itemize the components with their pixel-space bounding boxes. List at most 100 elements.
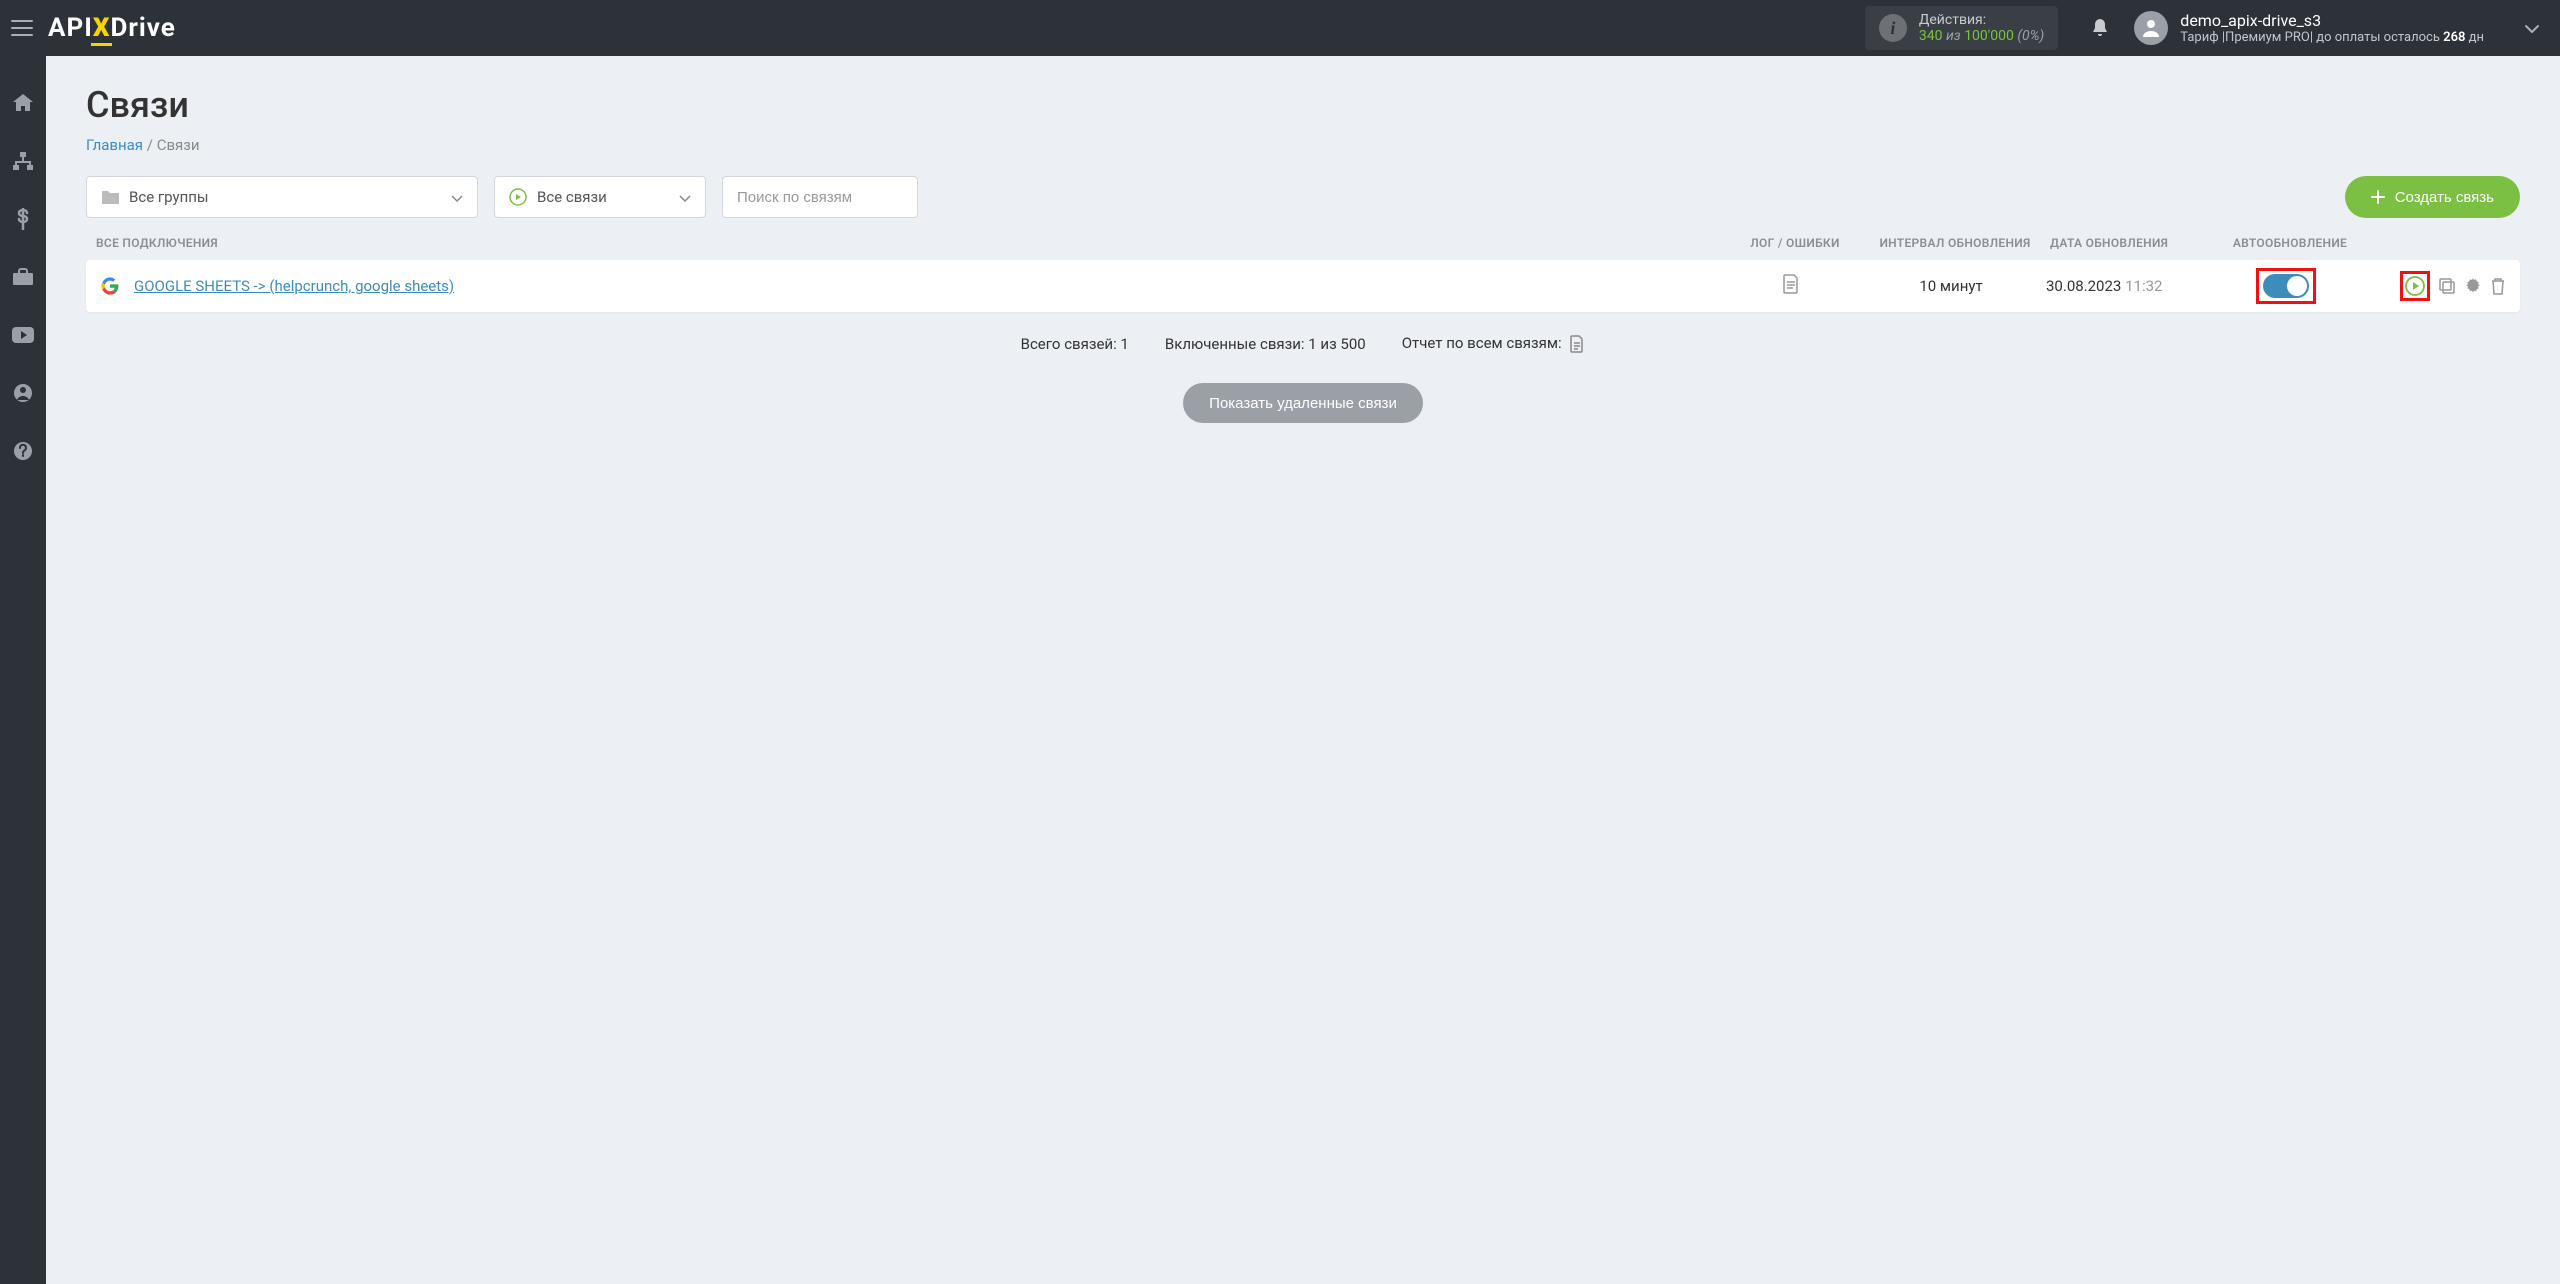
delete-button[interactable] xyxy=(2490,277,2506,295)
breadcrumb-separator: / xyxy=(147,136,157,154)
user-menu[interactable]: demo_apix-drive_s3 Тариф |Премиум PRO| д… xyxy=(2124,11,2504,45)
actions-limit: 100'000 xyxy=(1964,28,2014,44)
sidebar-home[interactable] xyxy=(0,86,46,120)
search-box xyxy=(722,176,918,218)
tariff-prefix: Тариф |Премиум PRO| до оплаты осталось xyxy=(2180,30,2443,45)
row-actions xyxy=(2356,271,2506,301)
summary-total: Всего связей: 1 xyxy=(1021,335,1129,353)
home-icon xyxy=(12,93,34,113)
layout: Связи Главная / Связи Все группы Все свя… xyxy=(0,56,2560,1284)
actions-label: Действия: xyxy=(1919,12,2044,28)
folder-icon xyxy=(101,190,119,204)
play-highlight xyxy=(2400,271,2430,301)
update-time: 11:32 xyxy=(2125,277,2162,295)
sidebar-toolbox[interactable] xyxy=(0,260,46,294)
sitemap-icon xyxy=(12,151,34,171)
chevron-down-icon xyxy=(2524,24,2540,34)
copy-button[interactable] xyxy=(2438,277,2456,295)
help-icon xyxy=(13,441,33,461)
connection-name-link[interactable]: GOOGLE SHEETS -> (helpcrunch, google she… xyxy=(134,277,1726,295)
col-header-interval: ИНТЕРВАЛ ОБНОВЛЕНИЯ xyxy=(1860,236,2050,250)
page-title: Связи xyxy=(86,84,2520,126)
trash-icon xyxy=(2490,277,2506,295)
avatar xyxy=(2134,11,2168,45)
create-connection-button[interactable]: Создать связь xyxy=(2345,176,2520,218)
groups-select-label: Все группы xyxy=(129,188,209,206)
auto-update-column xyxy=(2216,268,2356,304)
summary-row: Всего связей: 1 Включенные связи: 1 из 5… xyxy=(86,334,2520,353)
logo-text-drive: Drive xyxy=(110,13,175,43)
connection-row: GOOGLE SHEETS -> (helpcrunch, google she… xyxy=(86,260,2520,312)
user-menu-chevron[interactable] xyxy=(2504,19,2560,38)
table-header: ВСЕ ПОДКЛЮЧЕНИЯ ЛОГ / ОШИБКИ ИНТЕРВАЛ ОБ… xyxy=(86,236,2520,260)
user-icon xyxy=(2140,17,2162,39)
col-header-log: ЛОГ / ОШИБКИ xyxy=(1730,236,1860,250)
create-connection-label: Создать связь xyxy=(2395,189,2494,206)
col-header-date: ДАТА ОБНОВЛЕНИЯ xyxy=(2050,236,2220,250)
update-date: 30.08.2023 xyxy=(2046,277,2121,295)
bell-icon xyxy=(2090,17,2110,39)
username: demo_apix-drive_s3 xyxy=(2180,11,2484,30)
sidebar xyxy=(0,56,46,1284)
briefcase-icon xyxy=(12,268,34,286)
logo-text-x: X xyxy=(93,13,111,43)
log-button[interactable] xyxy=(1726,274,1856,298)
settings-button[interactable] xyxy=(2464,277,2482,295)
actions-counter[interactable]: i Действия: 340 из 100'000 (0%) xyxy=(1865,6,2058,50)
document-icon xyxy=(1782,274,1800,294)
connection-update-date: 30.08.2023 11:32 xyxy=(2046,277,2216,295)
col-header-auto: АВТООБНОВЛЕНИЕ xyxy=(2220,236,2360,250)
auto-update-toggle[interactable] xyxy=(2263,274,2309,298)
sidebar-video[interactable] xyxy=(0,318,46,352)
tariff-days: 268 xyxy=(2443,30,2465,45)
document-icon xyxy=(1569,335,1585,353)
play-icon xyxy=(2405,276,2425,296)
connections-filter-select[interactable]: Все связи xyxy=(494,176,706,218)
tariff-suffix: дн xyxy=(2465,30,2484,45)
connection-interval: 10 минут xyxy=(1856,277,2046,295)
actions-pct: (0%) xyxy=(2017,28,2044,44)
toggle-highlight xyxy=(2256,268,2316,304)
col-header-name: ВСЕ ПОДКЛЮЧЕНИЯ xyxy=(96,236,1730,250)
actions-used: 340 xyxy=(1919,28,1943,44)
groups-select[interactable]: Все группы xyxy=(86,176,478,218)
filters-row: Все группы Все связи Создать связь xyxy=(86,176,2520,218)
search-input[interactable] xyxy=(722,176,918,218)
user-circle-icon xyxy=(13,383,33,403)
report-button[interactable] xyxy=(1569,335,1585,353)
hamburger-menu[interactable] xyxy=(0,0,44,56)
notifications-bell[interactable] xyxy=(2076,17,2124,39)
sidebar-connections[interactable] xyxy=(0,144,46,178)
connections-filter-label: Все связи xyxy=(537,188,607,206)
chevron-down-icon xyxy=(451,188,463,207)
gear-icon xyxy=(2464,277,2482,295)
breadcrumb-home-link[interactable]: Главная xyxy=(86,136,143,154)
summary-report-label: Отчет по всем связям: xyxy=(1402,334,1562,352)
logo[interactable]: APIXDrive xyxy=(48,13,176,43)
logo-text-api: API xyxy=(48,13,93,43)
run-now-button[interactable] xyxy=(2405,276,2425,296)
topbar: APIXDrive i Действия: 340 из 100'000 (0%… xyxy=(0,0,2560,56)
actions-of: из xyxy=(1946,28,1961,44)
google-sheets-icon xyxy=(100,276,120,296)
actions-numbers: 340 из 100'000 (0%) xyxy=(1919,28,2044,44)
tariff-info: Тариф |Премиум PRO| до оплаты осталось 2… xyxy=(2180,30,2484,45)
col-header-actions xyxy=(2360,236,2510,250)
summary-report: Отчет по всем связям: xyxy=(1402,334,1586,353)
topbar-right: i Действия: 340 из 100'000 (0%) demo_api… xyxy=(1865,0,2560,56)
chevron-down-icon xyxy=(679,188,691,207)
play-circle-icon xyxy=(509,188,527,206)
main-content: Связи Главная / Связи Все группы Все свя… xyxy=(46,56,2560,1284)
show-deleted-button[interactable]: Показать удаленные связи xyxy=(1183,383,1423,423)
copy-icon xyxy=(2438,277,2456,295)
breadcrumb: Главная / Связи xyxy=(86,136,2520,154)
sidebar-help[interactable] xyxy=(0,434,46,468)
breadcrumb-current: Связи xyxy=(157,136,200,154)
hamburger-icon xyxy=(11,19,33,37)
summary-enabled: Включенные связи: 1 из 500 xyxy=(1165,335,1366,353)
info-icon: i xyxy=(1879,14,1907,42)
plus-icon xyxy=(2371,190,2385,204)
sidebar-billing[interactable] xyxy=(0,202,46,236)
sidebar-account[interactable] xyxy=(0,376,46,410)
youtube-icon xyxy=(11,326,35,344)
